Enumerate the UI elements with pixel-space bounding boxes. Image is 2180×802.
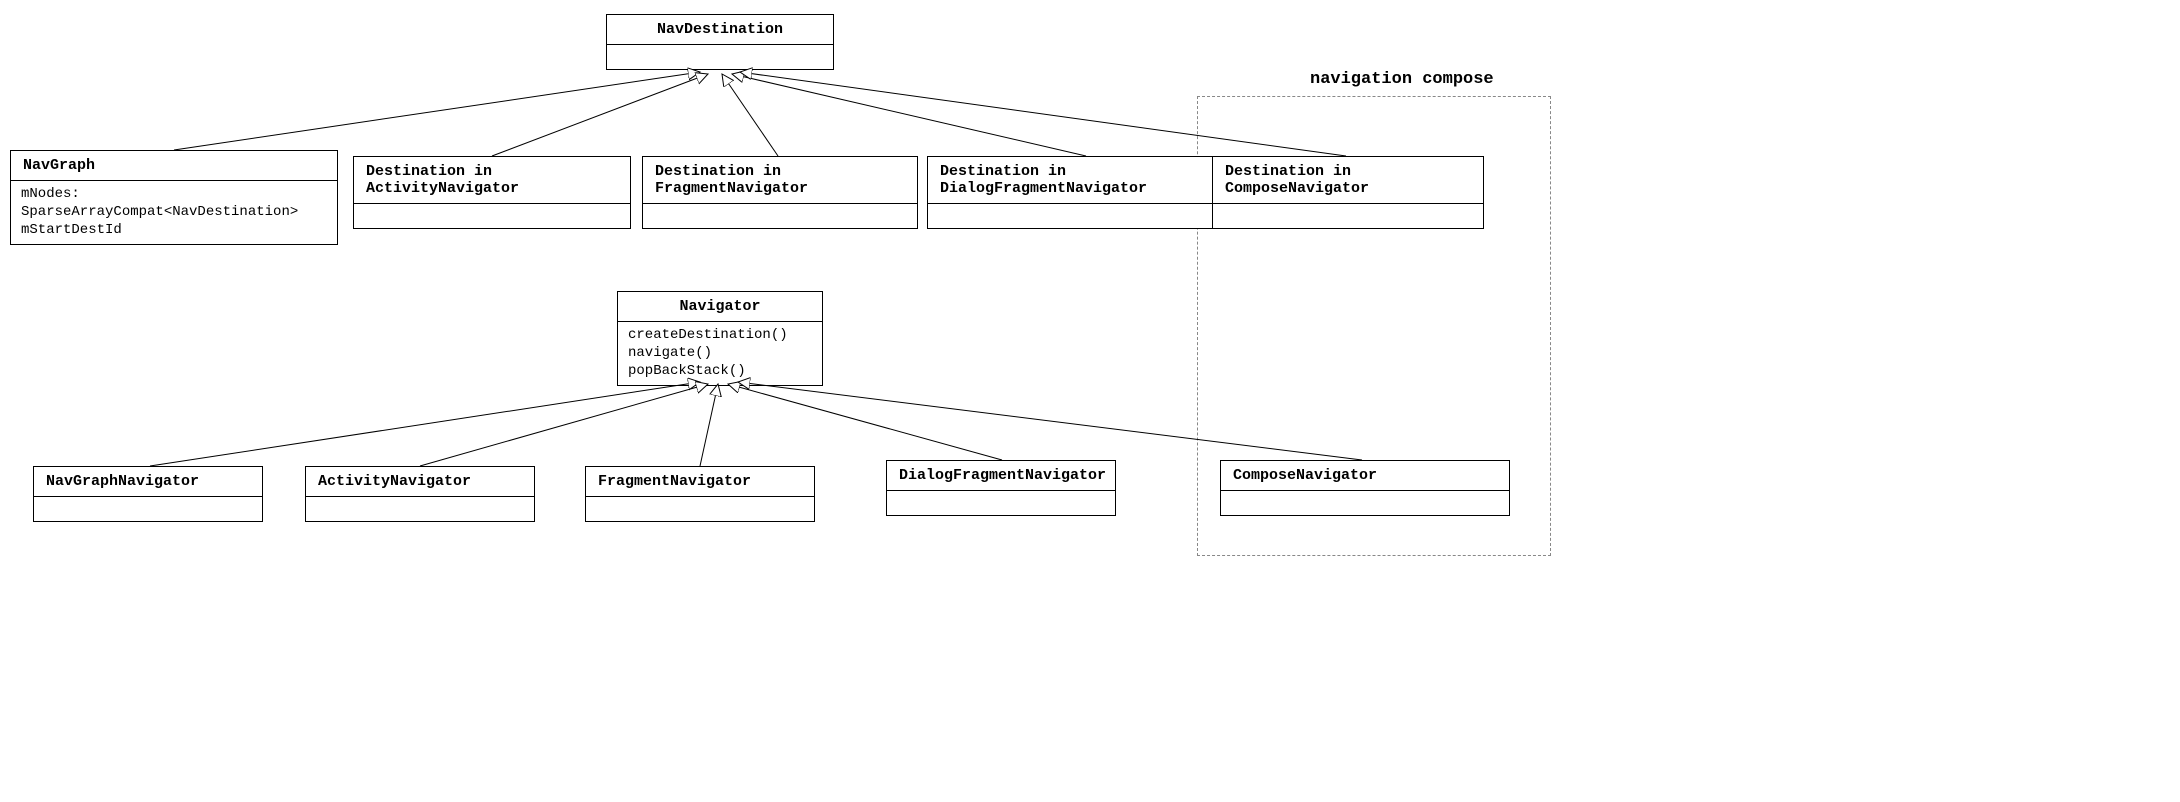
class-title: Navigator — [618, 292, 822, 322]
class-dialog-fragment-navigator: DialogFragmentNavigator — [886, 460, 1116, 516]
class-body — [887, 491, 1115, 515]
class-title: Destination in ActivityNavigator — [354, 157, 630, 204]
class-body — [1221, 491, 1509, 515]
attr: mNodes: SparseArrayCompat<NavDestination… — [21, 185, 327, 221]
class-body — [306, 497, 534, 521]
class-body — [586, 497, 814, 521]
method: createDestination() — [628, 326, 812, 344]
class-body — [643, 204, 917, 228]
class-title: NavGraphNavigator — [34, 467, 262, 497]
class-compose-navigator: ComposeNavigator — [1220, 460, 1510, 516]
class-body — [34, 497, 262, 521]
class-title: ActivityNavigator — [306, 467, 534, 497]
class-title: Destination in FragmentNavigator — [643, 157, 917, 204]
class-title: NavDestination — [607, 15, 833, 45]
class-title: Destination in DialogFragmentNavigator — [928, 157, 1248, 204]
class-nav-graph-navigator: NavGraphNavigator — [33, 466, 263, 522]
class-destination-dialog-fragment-navigator: Destination in DialogFragmentNavigator — [927, 156, 1249, 229]
class-title: NavGraph — [11, 151, 337, 181]
class-body — [354, 204, 630, 228]
inheritance-arrows — [0, 0, 2180, 802]
class-body — [1213, 204, 1483, 228]
class-activity-navigator: ActivityNavigator — [305, 466, 535, 522]
class-title: DialogFragmentNavigator — [887, 461, 1115, 491]
class-body — [607, 45, 833, 69]
class-destination-activity-navigator: Destination in ActivityNavigator — [353, 156, 631, 229]
method: popBackStack() — [628, 362, 812, 380]
class-navigator: Navigator createDestination() navigate()… — [617, 291, 823, 386]
class-body: mNodes: SparseArrayCompat<NavDestination… — [11, 181, 337, 244]
class-fragment-navigator: FragmentNavigator — [585, 466, 815, 522]
attr: mStartDestId — [21, 221, 327, 239]
class-destination-fragment-navigator: Destination in FragmentNavigator — [642, 156, 918, 229]
class-title: Destination in ComposeNavigator — [1213, 157, 1483, 204]
class-title: FragmentNavigator — [586, 467, 814, 497]
package-label: navigation compose — [1310, 70, 1494, 89]
class-title: ComposeNavigator — [1221, 461, 1509, 491]
class-body — [928, 204, 1248, 228]
class-destination-compose-navigator: Destination in ComposeNavigator — [1212, 156, 1484, 229]
class-nav-graph: NavGraph mNodes: SparseArrayCompat<NavDe… — [10, 150, 338, 245]
class-body: createDestination() navigate() popBackSt… — [618, 322, 822, 385]
class-nav-destination: NavDestination — [606, 14, 834, 70]
method: navigate() — [628, 344, 812, 362]
